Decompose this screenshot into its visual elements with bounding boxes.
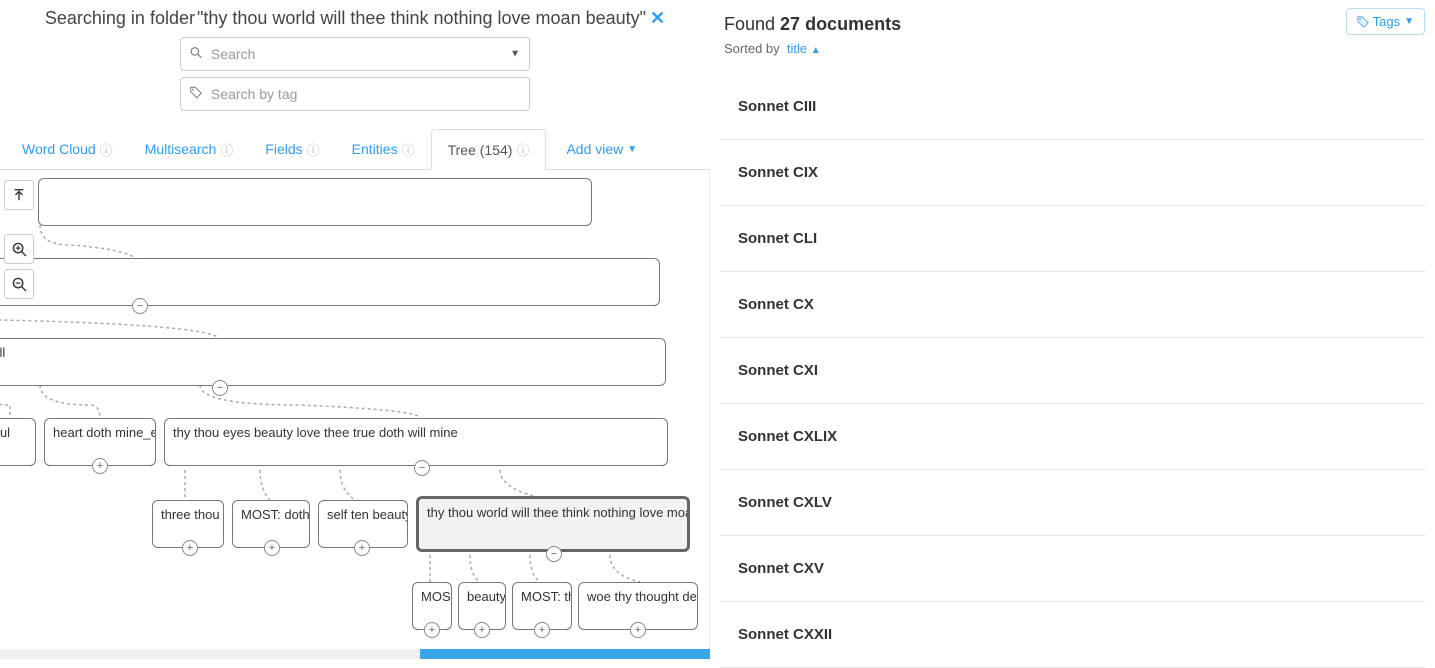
- results-count-value: 27 documents: [780, 14, 901, 34]
- collapse-handle-icon[interactable]: −: [546, 546, 562, 562]
- collapse-handle-icon[interactable]: −: [132, 298, 148, 314]
- tree-up-button[interactable]: [4, 180, 34, 210]
- search-input[interactable]: [180, 37, 530, 71]
- tree-node-label: MOST: doth: [241, 507, 310, 522]
- collapse-handle-icon[interactable]: −: [212, 380, 228, 396]
- caret-down-icon: ▼: [627, 144, 637, 155]
- tree-node-label: thy thou eyes beauty love thee true doth…: [173, 425, 458, 440]
- search-icon: [190, 47, 202, 62]
- document-item[interactable]: Sonnet CX: [720, 272, 1425, 338]
- tab-fields[interactable]: Fields ⓘ: [249, 130, 335, 169]
- info-icon[interactable]: ⓘ: [100, 140, 113, 159]
- tab-label: Word Cloud: [22, 141, 96, 157]
- sort-field-label: title: [787, 41, 807, 56]
- document-item[interactable]: Sonnet CXLV: [720, 470, 1425, 536]
- tree-node-label: thy thou world will thee think nothing l…: [427, 505, 690, 520]
- info-icon[interactable]: ⓘ: [402, 140, 415, 159]
- search-context-folder: "thy thou world will thee think nothing …: [197, 8, 646, 29]
- view-tabs: Word Cloud ⓘ Multisearch ⓘ Fields ⓘ Enti…: [0, 129, 710, 170]
- expand-handle-icon[interactable]: +: [474, 622, 490, 638]
- tree-node[interactable]: [38, 178, 592, 226]
- search-context-title: Searching in folder "thy thou world will…: [45, 8, 665, 29]
- results-found-prefix: Found: [724, 14, 780, 34]
- info-icon[interactable]: ⓘ: [307, 140, 320, 159]
- zoom-out-button[interactable]: [4, 269, 34, 299]
- tree-node-selected[interactable]: thy thou world will thee think nothing l…: [416, 496, 690, 552]
- document-item[interactable]: Sonnet CXI: [720, 338, 1425, 404]
- tags-button[interactable]: Tags ▼: [1346, 8, 1425, 35]
- tab-entities[interactable]: Entities ⓘ: [336, 130, 431, 169]
- expand-handle-icon[interactable]: +: [92, 458, 108, 474]
- document-item[interactable]: Sonnet CXLIX: [720, 404, 1425, 470]
- search-dropdown-caret-icon[interactable]: ▼: [510, 49, 520, 60]
- tab-tree[interactable]: Tree (154) ⓘ: [431, 129, 547, 170]
- clear-folder-icon[interactable]: ✕: [650, 8, 665, 29]
- zoom-in-button[interactable]: [4, 234, 34, 264]
- tree-node[interactable]: s faul: [0, 418, 36, 466]
- tags-label: Tags: [1373, 14, 1400, 29]
- tree-node-label: self ten beauty: [327, 507, 408, 522]
- tree-node[interactable]: time will: [0, 338, 666, 386]
- caret-down-icon: ▼: [1404, 16, 1414, 27]
- document-item[interactable]: Sonnet CIII: [720, 74, 1425, 140]
- document-item[interactable]: Sonnet CXV: [720, 536, 1425, 602]
- tree-node-label: beauty: [467, 589, 506, 604]
- tag-search-input[interactable]: [180, 77, 530, 111]
- tab-label: Entities: [352, 141, 398, 157]
- document-item[interactable]: Sonnet CLI: [720, 206, 1425, 272]
- tab-label: Tree (154): [448, 142, 513, 158]
- search-context-prefix: Searching in folder: [45, 8, 195, 29]
- tree-node-label: MOST: th: [521, 589, 572, 604]
- results-count: Found 27 documents: [724, 14, 1425, 35]
- expand-handle-icon[interactable]: +: [630, 622, 646, 638]
- add-view-label: Add view: [566, 141, 623, 157]
- tags-icon: [1357, 16, 1369, 28]
- expand-handle-icon[interactable]: +: [424, 622, 440, 638]
- expand-handle-icon[interactable]: +: [182, 540, 198, 556]
- tag-icon: [190, 87, 202, 102]
- sort-field-button[interactable]: title ▲: [787, 41, 821, 56]
- tree-scrollbar-thumb[interactable]: [420, 649, 710, 659]
- tree-node-label: three thou: [161, 507, 220, 522]
- tab-word-cloud[interactable]: Word Cloud ⓘ: [6, 130, 129, 169]
- tree-node-label: MOS: [421, 589, 451, 604]
- tree-node[interactable]: [0, 258, 660, 306]
- tab-label: Fields: [265, 141, 302, 157]
- sorted-by-label: Sorted by: [724, 41, 780, 56]
- expand-handle-icon[interactable]: +: [354, 540, 370, 556]
- document-item[interactable]: Sonnet CIX: [720, 140, 1425, 206]
- document-list: Sonnet CIII Sonnet CIX Sonnet CLI Sonnet…: [720, 74, 1425, 668]
- info-icon[interactable]: ⓘ: [516, 140, 529, 159]
- tab-multisearch[interactable]: Multisearch ⓘ: [129, 130, 250, 169]
- tree-node-label: woe thy thought de: [587, 589, 697, 604]
- collapse-handle-icon[interactable]: −: [414, 460, 430, 476]
- tab-label: Multisearch: [145, 141, 217, 157]
- tree-canvas[interactable]: − time will − s faul heart doth mine_e +…: [0, 170, 710, 660]
- tree-node-label: heart doth mine_e: [53, 425, 156, 440]
- info-icon[interactable]: ⓘ: [220, 140, 233, 159]
- expand-handle-icon[interactable]: +: [264, 540, 280, 556]
- tree-node-label: time will: [0, 345, 5, 360]
- document-item[interactable]: Sonnet CXXII: [720, 602, 1425, 668]
- tree-node-label: s faul: [0, 425, 10, 440]
- add-view-button[interactable]: Add view ▼: [554, 131, 649, 167]
- sort-indicator: Sorted by title ▲: [724, 41, 1425, 56]
- sort-asc-icon: ▲: [811, 45, 821, 56]
- expand-handle-icon[interactable]: +: [534, 622, 550, 638]
- tree-node[interactable]: thy thou eyes beauty love thee true doth…: [164, 418, 668, 466]
